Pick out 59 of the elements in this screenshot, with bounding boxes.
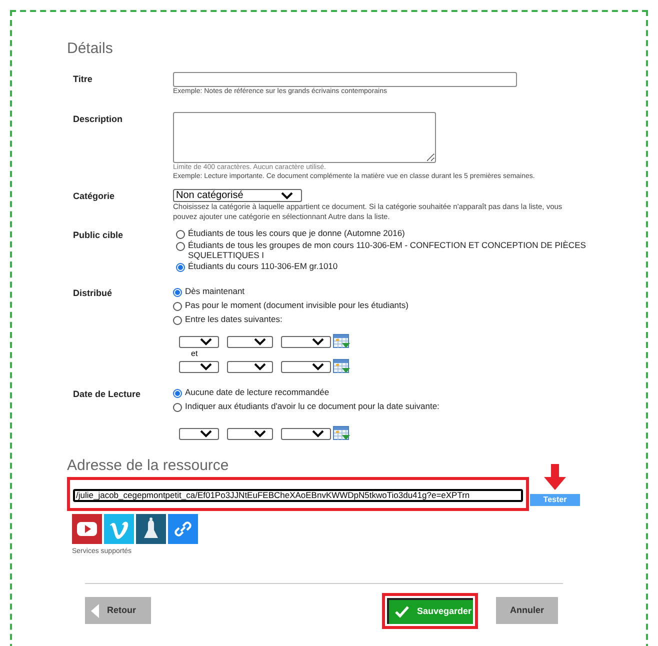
option-label: Dès maintenant bbox=[185, 286, 245, 296]
section-title: Détails bbox=[67, 40, 114, 58]
calendar-icon[interactable] bbox=[333, 359, 350, 374]
connector-text: et bbox=[190, 349, 198, 359]
date-dropdown[interactable] bbox=[179, 428, 219, 440]
date-dropdown[interactable] bbox=[227, 336, 273, 348]
option-label: Indiquer aux étudiants d'avoir lu ce document pour la date suivante: bbox=[185, 401, 440, 411]
chevron-down-icon bbox=[200, 362, 212, 370]
radio-button[interactable] bbox=[173, 403, 182, 412]
description-textarea[interactable] bbox=[173, 112, 436, 163]
option-label: Étudiants de tous les cours que je donne (Automne 2016) bbox=[188, 228, 405, 238]
date-dropdown[interactable] bbox=[227, 428, 273, 440]
chevron-down-icon bbox=[254, 430, 266, 438]
chevron-down-icon bbox=[254, 362, 266, 370]
category-dropdown[interactable]: Non catégorisé bbox=[173, 189, 302, 202]
title-input[interactable] bbox=[173, 72, 517, 87]
option-label: Aucune date de lecture recommandée bbox=[185, 387, 330, 397]
field-label: Public cible bbox=[73, 229, 124, 242]
play-icon[interactable] bbox=[72, 514, 102, 544]
chevron-down-icon bbox=[312, 362, 324, 370]
cancel-button[interactable]: Annuler bbox=[496, 597, 558, 624]
radio-button[interactable] bbox=[176, 263, 185, 272]
date-dropdown[interactable] bbox=[227, 360, 273, 372]
triangle-left-icon bbox=[91, 604, 99, 618]
date-dropdown[interactable] bbox=[179, 336, 219, 348]
field-label: Distribué bbox=[73, 287, 114, 300]
save-button[interactable]: Sauvegarder bbox=[387, 598, 473, 624]
field-label: Date de Lecture bbox=[73, 388, 142, 401]
chevron-down-icon bbox=[281, 192, 293, 200]
option-label: Pas pour le moment (document invisible pour les étudiants) bbox=[185, 300, 408, 310]
field-label: Titre bbox=[73, 73, 94, 86]
url-input[interactable]: /julie_jacob_cegepmontpetit_ca/Ef01Po3JJNtEuFEBCheXAoEBnvKWWDpN5tkwoTio3du41g?e=eXPTrn bbox=[73, 488, 523, 502]
link-icon[interactable] bbox=[168, 514, 198, 544]
date-dropdown[interactable] bbox=[281, 428, 331, 440]
date-dropdown[interactable] bbox=[281, 360, 331, 372]
radio-button[interactable] bbox=[173, 288, 182, 297]
chevron-down-icon bbox=[254, 338, 266, 346]
radio-button[interactable] bbox=[173, 302, 182, 311]
chevron-down-icon bbox=[312, 338, 324, 346]
calendar-icon[interactable] bbox=[333, 426, 350, 441]
back-button[interactable]: Retour bbox=[85, 597, 151, 624]
chevron-down-icon bbox=[200, 338, 212, 346]
date-dropdown[interactable] bbox=[281, 336, 331, 348]
checkmark-icon bbox=[395, 606, 409, 618]
option-label: Étudiants de tous les groupes de mon cours 110-306-EM - CONFECTION ET CONCEPTION DE PIÈCES SQUELETTIQUES I bbox=[188, 240, 586, 260]
radio-button[interactable] bbox=[173, 389, 182, 398]
field-label: Description bbox=[73, 113, 124, 126]
field-label: Catégorie bbox=[73, 190, 116, 203]
date-dropdown[interactable] bbox=[179, 360, 219, 372]
chevron-down-icon bbox=[200, 430, 212, 438]
option-label: Entre les dates suivantes: bbox=[185, 314, 282, 324]
option-label: Étudiants du cours 110-306-EM gr.1010 bbox=[188, 261, 338, 271]
calendar-icon[interactable] bbox=[333, 334, 350, 349]
bell-icon[interactable] bbox=[136, 514, 166, 544]
chevron-down-icon bbox=[312, 430, 324, 438]
section-title: Adresse de la ressource bbox=[67, 457, 230, 475]
radio-button[interactable] bbox=[176, 242, 185, 251]
radio-button[interactable] bbox=[176, 230, 185, 239]
radio-button[interactable] bbox=[173, 316, 182, 325]
